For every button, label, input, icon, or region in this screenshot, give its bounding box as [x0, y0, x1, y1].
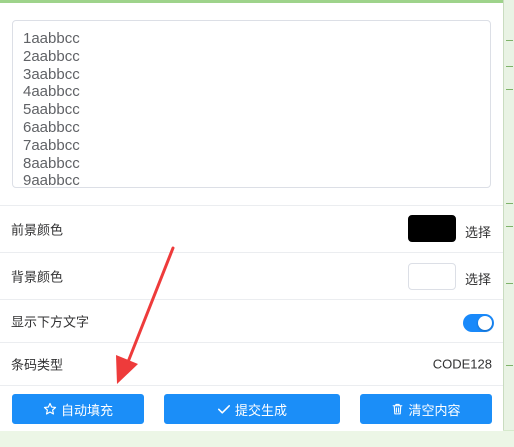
show-text-row: 显示下方文字	[0, 300, 503, 343]
background-bottom-edge	[0, 430, 514, 447]
textarea-line: 5aabbcc	[23, 101, 80, 119]
code-type-label: 条码类型	[11, 357, 64, 373]
code-type-value[interactable]: CODE128	[433, 357, 492, 372]
star-outline-icon	[43, 402, 57, 415]
edge-tick	[506, 365, 513, 366]
show-text-label: 显示下方文字	[11, 314, 90, 330]
submit-label: 提交生成	[234, 402, 287, 418]
trash-icon	[393, 403, 403, 415]
barcode-content-textarea[interactable]: 1aabbcc 2aabbcc 3aabbcc 4aabbcc 5aabbcc …	[12, 20, 491, 188]
background-color-label: 背景颜色	[11, 269, 64, 285]
code-type-row[interactable]: 条码类型 CODE128	[0, 343, 503, 386]
edge-tick	[506, 283, 513, 284]
clear-content-button[interactable]: 清空内容	[360, 394, 492, 424]
edge-tick	[506, 203, 513, 204]
textarea-line: 9aabbcc	[23, 172, 80, 188]
textarea-line: 7aabbcc	[23, 136, 80, 154]
edge-tick	[506, 66, 513, 67]
background-color-swatch[interactable]	[408, 263, 456, 290]
edge-tick	[506, 226, 513, 227]
show-text-toggle[interactable]	[463, 314, 494, 332]
edge-tick	[506, 40, 513, 41]
foreground-choose-button[interactable]: 选择	[465, 222, 491, 241]
clear-label: 清空内容	[408, 402, 461, 418]
barcode-generator-panel: 1aabbcc 2aabbcc 3aabbcc 4aabbcc 5aabbcc …	[0, 3, 503, 431]
textarea-line: 8aabbcc	[23, 154, 80, 172]
autofill-label: 自动填充	[60, 402, 113, 418]
textarea-line: 1aabbcc	[23, 30, 80, 47]
background-choose-button[interactable]: 选择	[465, 269, 491, 288]
check-icon	[217, 405, 230, 414]
textarea-line: 2aabbcc	[23, 47, 80, 65]
submit-generate-button[interactable]: 提交生成	[164, 394, 340, 424]
edge-tick	[506, 89, 513, 90]
autofill-button[interactable]: 自动填充	[12, 394, 144, 424]
textarea-line: 4aabbcc	[23, 83, 80, 101]
foreground-color-label: 前景颜色	[11, 222, 64, 238]
background-scroll-edge	[503, 0, 514, 447]
textarea-line: 6aabbcc	[23, 118, 80, 136]
toggle-knob	[478, 316, 492, 330]
textarea-line: 3aabbcc	[23, 65, 80, 83]
foreground-color-swatch[interactable]	[408, 215, 456, 242]
